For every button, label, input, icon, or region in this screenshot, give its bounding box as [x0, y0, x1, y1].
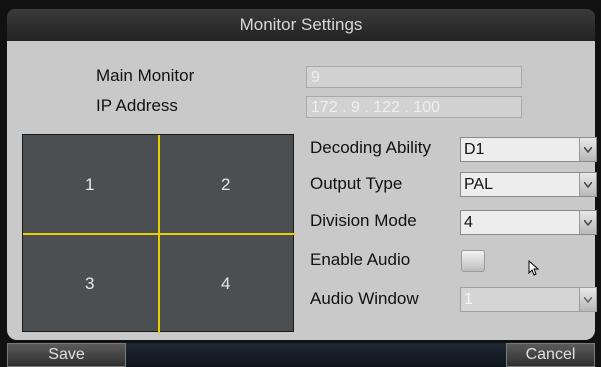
decoding-ability-label: Decoding Ability — [310, 138, 431, 157]
division-mode-value: 4 — [464, 214, 473, 231]
ip-address-field: 172 . 9 . 122 . 100 — [306, 96, 522, 118]
mouse-cursor-icon — [528, 259, 540, 281]
chevron-down-icon[interactable] — [579, 288, 596, 311]
dialog-title: Monitor Settings — [7, 9, 595, 41]
main-monitor-field: 9 — [306, 66, 522, 88]
chevron-down-icon[interactable] — [579, 138, 596, 161]
division-mode-select[interactable]: 4 — [460, 210, 597, 235]
chevron-down-icon[interactable] — [579, 173, 596, 196]
window-cell-3[interactable]: 3 — [85, 274, 94, 294]
save-button[interactable]: Save — [7, 343, 126, 367]
chevron-down-icon[interactable] — [579, 211, 596, 234]
enable-audio-checkbox[interactable] — [461, 250, 485, 272]
window-cell-1[interactable]: 1 — [85, 175, 94, 195]
audio-window-value: 1 — [464, 291, 473, 308]
horizontal-divider — [23, 233, 295, 235]
enable-audio-label: Enable Audio — [310, 250, 411, 269]
division-mode-label: Division Mode — [310, 211, 417, 230]
monitor-settings-dialog: Monitor Settings Main Monitor 9 IP Addre… — [0, 0, 601, 367]
decoding-ability-select[interactable]: D1 — [460, 137, 597, 162]
window-cell-2[interactable]: 2 — [221, 175, 230, 195]
output-type-value: PAL — [464, 176, 494, 193]
division-preview[interactable]: 1 2 3 4 — [22, 134, 295, 333]
audio-window-select[interactable]: 1 — [460, 287, 597, 312]
window-cell-4[interactable]: 4 — [221, 274, 230, 294]
output-type-label: Output Type — [310, 174, 403, 193]
audio-window-label: Audio Window — [310, 289, 419, 308]
main-monitor-label: Main Monitor — [96, 66, 195, 85]
decoding-ability-value: D1 — [464, 141, 485, 158]
output-type-select[interactable]: PAL — [460, 172, 597, 197]
ip-address-label: IP Address — [96, 96, 178, 115]
cancel-button[interactable]: Cancel — [506, 343, 595, 367]
